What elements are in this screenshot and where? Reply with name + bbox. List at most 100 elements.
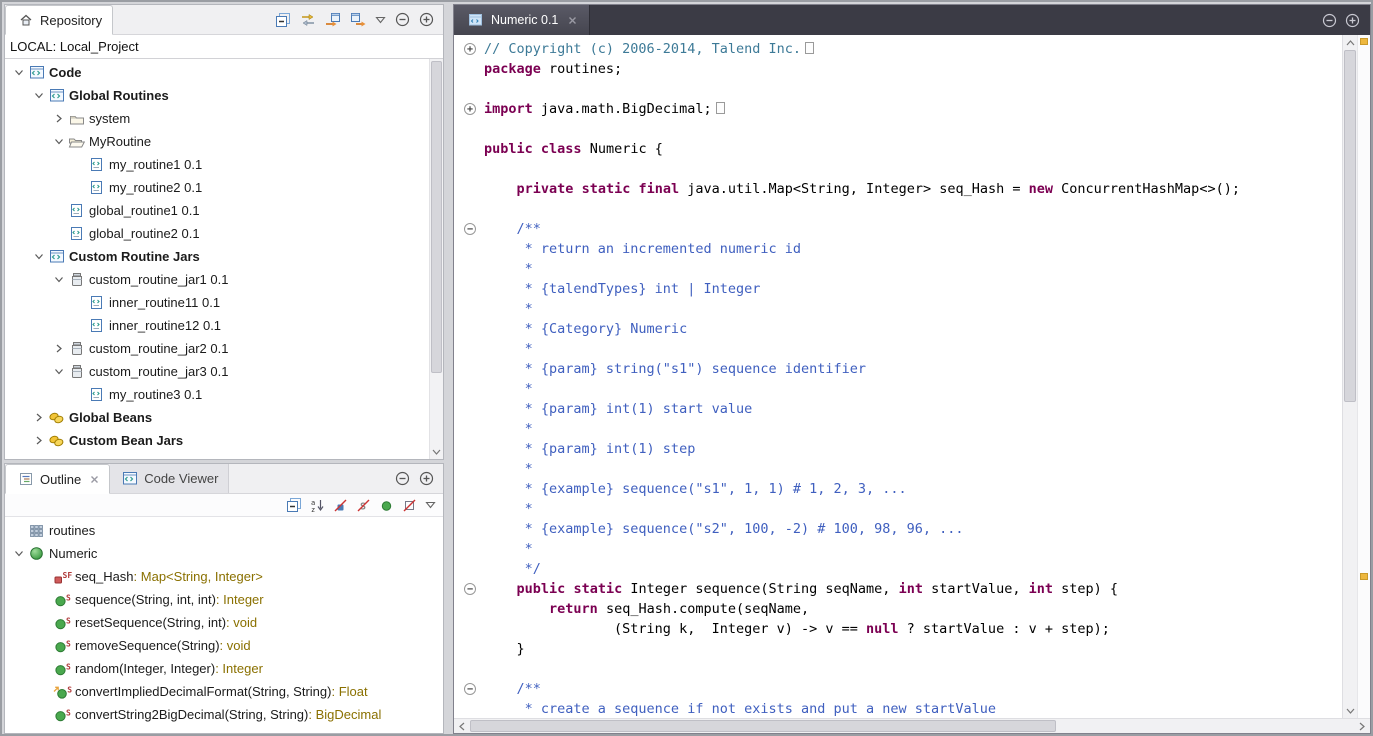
hide-non-public-icon[interactable]: [379, 498, 394, 513]
repository-scrollbar[interactable]: [429, 59, 443, 459]
chevron-right-icon[interactable]: [51, 114, 67, 123]
repo-item-custom-routine-jars[interactable]: Custom Routine Jars: [5, 245, 429, 268]
code-line[interactable]: +// Copyright (c) 2006-2014, Talend Inc.: [454, 39, 1342, 59]
scroll-right-icon[interactable]: [1355, 719, 1369, 733]
repo-item-code[interactable]: Code: [5, 61, 429, 84]
code-line[interactable]: * {example} sequence("s2", 100, -2) # 10…: [454, 519, 1342, 539]
scrollbar-thumb[interactable]: [1344, 50, 1356, 402]
fold-minus-icon[interactable]: −: [454, 219, 484, 239]
outline-item-removesequence-string[interactable]: SremoveSequence(String) : void: [5, 634, 443, 657]
maximize-icon[interactable]: [419, 12, 434, 27]
repo-item-global-routine2-0-1[interactable]: global_routine2 0.1: [5, 222, 429, 245]
hide-fields-icon[interactable]: [333, 498, 348, 513]
code-line[interactable]: * return an incremented numeric id: [454, 239, 1342, 259]
outline-item-routines[interactable]: routines: [5, 519, 443, 542]
outline-item-convertimplieddecimalformat-string-string[interactable]: SconvertImpliedDecimalFormat(String, Str…: [5, 680, 443, 703]
scroll-down-icon[interactable]: [1343, 704, 1357, 717]
overview-ruler[interactable]: [1357, 35, 1370, 718]
repo-item-custom-routine-jar2-0-1[interactable]: custom_routine_jar2 0.1: [5, 337, 429, 360]
view-menu-icon[interactable]: [375, 16, 386, 24]
editor-horizontal-scrollbar[interactable]: [454, 718, 1370, 733]
code-line[interactable]: * {Category} Numeric: [454, 319, 1342, 339]
tab-outline[interactable]: Outline: [5, 464, 110, 494]
chevron-down-icon[interactable]: [51, 137, 67, 146]
repo-item-custom-routine-jar3-0-1[interactable]: custom_routine_jar3 0.1: [5, 360, 429, 383]
code-line[interactable]: [454, 659, 1342, 679]
code-line[interactable]: *: [454, 259, 1342, 279]
minimize-icon[interactable]: [395, 471, 410, 486]
code-line[interactable]: public class Numeric {: [454, 139, 1342, 159]
chevron-down-icon[interactable]: [51, 275, 67, 284]
repo-item-myroutine[interactable]: MyRoutine: [5, 130, 429, 153]
view-menu-icon[interactable]: [425, 501, 436, 509]
repo-item-inner-routine12-0-1[interactable]: inner_routine12 0.1: [5, 314, 429, 337]
code-line[interactable]: *: [454, 419, 1342, 439]
repo-item-my-routine3-0-1[interactable]: my_routine3 0.1: [5, 383, 429, 406]
code-line[interactable]: [454, 159, 1342, 179]
scrollbar-thumb[interactable]: [431, 61, 442, 373]
editor-vertical-scrollbar[interactable]: [1342, 35, 1357, 718]
hide-static-icon[interactable]: S: [356, 498, 371, 513]
outline-item-resetsequence-string-int[interactable]: SresetSequence(String, int) : void: [5, 611, 443, 634]
collapse-all-icon[interactable]: [275, 12, 291, 28]
outline-item-random-integer-integer[interactable]: Srandom(Integer, Integer) : Integer: [5, 657, 443, 680]
fold-plus-icon[interactable]: +: [454, 39, 484, 59]
code-line[interactable]: package routines;: [454, 59, 1342, 79]
scroll-left-icon[interactable]: [455, 719, 469, 733]
repo-item-inner-routine11-0-1[interactable]: inner_routine11 0.1: [5, 291, 429, 314]
code-line[interactable]: (String k, Integer v) -> v == null ? sta…: [454, 619, 1342, 639]
code-line[interactable]: *: [454, 339, 1342, 359]
code-line[interactable]: [454, 199, 1342, 219]
code-area[interactable]: +// Copyright (c) 2006-2014, Talend Inc.…: [454, 35, 1342, 718]
fold-minus-icon[interactable]: −: [454, 679, 484, 699]
fold-minus-icon[interactable]: −: [454, 579, 484, 599]
close-icon[interactable]: [90, 475, 99, 484]
sort-icon[interactable]: az: [310, 498, 325, 513]
hide-local-types-icon[interactable]: [402, 498, 417, 513]
outline-item-seq-hash[interactable]: SFseq_Hash : Map<String, Integer>: [5, 565, 443, 588]
code-line[interactable]: * {talendTypes} int | Integer: [454, 279, 1342, 299]
chevron-down-icon[interactable]: [11, 549, 27, 558]
code-line[interactable]: [454, 119, 1342, 139]
repo-item-custom-routine-jar1-0-1[interactable]: custom_routine_jar1 0.1: [5, 268, 429, 291]
chevron-right-icon[interactable]: [51, 344, 67, 353]
code-line[interactable]: */: [454, 559, 1342, 579]
maximize-icon[interactable]: [419, 471, 434, 486]
fold-plus-icon[interactable]: +: [454, 99, 484, 119]
chevron-down-icon[interactable]: [31, 91, 47, 100]
annotation-marker[interactable]: [1360, 38, 1368, 45]
collapse-all-icon[interactable]: [286, 497, 302, 513]
repo-item-global-routines[interactable]: Global Routines: [5, 84, 429, 107]
repo-item-global-beans[interactable]: Global Beans: [5, 406, 429, 429]
code-line[interactable]: * {param} int(1) step: [454, 439, 1342, 459]
tab-repository[interactable]: Repository: [5, 5, 113, 35]
chevron-down-icon[interactable]: [11, 68, 27, 77]
code-line[interactable]: *: [454, 539, 1342, 559]
scroll-down-icon[interactable]: [430, 445, 443, 458]
code-line[interactable]: private static final java.util.Map<Strin…: [454, 179, 1342, 199]
export-items-icon[interactable]: [350, 12, 366, 28]
import-items-icon[interactable]: [325, 12, 341, 28]
repo-item-my-routine2-0-1[interactable]: my_routine2 0.1: [5, 176, 429, 199]
scrollbar-thumb[interactable]: [470, 720, 1056, 732]
tab-code-viewer[interactable]: Code Viewer: [110, 464, 229, 493]
code-line[interactable]: * {param} int(1) start value: [454, 399, 1342, 419]
outline-item-sequence-string-int-int[interactable]: Ssequence(String, int, int) : Integer: [5, 588, 443, 611]
minimize-icon[interactable]: [395, 12, 410, 27]
repo-item-my-routine1-0-1[interactable]: my_routine1 0.1: [5, 153, 429, 176]
code-line[interactable]: * create a sequence if not exists and pu…: [454, 699, 1342, 718]
chevron-right-icon[interactable]: [31, 413, 47, 422]
code-line[interactable]: *: [454, 459, 1342, 479]
repo-item-system[interactable]: system: [5, 107, 429, 130]
close-icon[interactable]: [568, 16, 577, 25]
code-line[interactable]: * {example} sequence("s1", 1, 1) # 1, 2,…: [454, 479, 1342, 499]
maximize-icon[interactable]: [1345, 13, 1360, 28]
code-line[interactable]: − /**: [454, 219, 1342, 239]
repo-item-custom-bean-jars[interactable]: Custom Bean Jars: [5, 429, 429, 452]
chevron-down-icon[interactable]: [51, 367, 67, 376]
scroll-up-icon[interactable]: [1343, 36, 1357, 49]
code-line[interactable]: [454, 79, 1342, 99]
chevron-right-icon[interactable]: [31, 436, 47, 445]
code-line[interactable]: *: [454, 379, 1342, 399]
annotation-marker[interactable]: [1360, 573, 1368, 580]
